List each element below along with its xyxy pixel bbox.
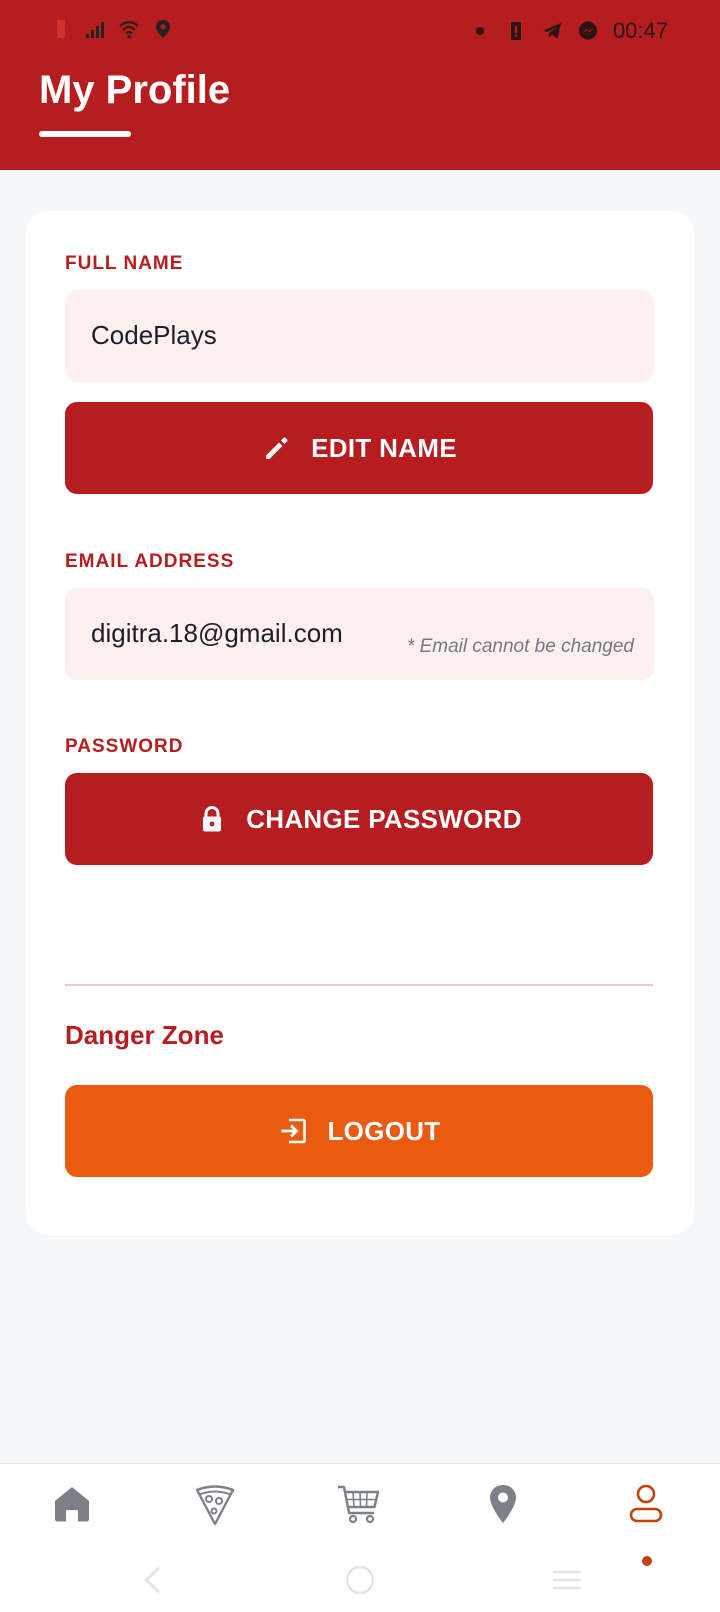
- title-underline: [39, 131, 131, 137]
- nav-location[interactable]: [473, 1474, 533, 1534]
- logout-icon: [277, 1115, 309, 1147]
- recents-menu-icon: [553, 1570, 581, 1590]
- email-label: EMAIL ADDRESS: [65, 551, 235, 572]
- nav-home[interactable]: [42, 1474, 102, 1534]
- change-password-button[interactable]: CHANGE PASSWORD: [65, 773, 653, 865]
- danger-zone-title: Danger Zone: [65, 1020, 224, 1050]
- battery-saver-icon: [505, 20, 527, 42]
- bottom-nav: [0, 1463, 720, 1612]
- full-name-field: CodePlays: [65, 290, 654, 382]
- pizza-icon: [195, 1485, 235, 1526]
- change-password-label: CHANGE PASSWORD: [246, 803, 522, 834]
- email-field: digitra.18@gmail.com * Email cannot be c…: [65, 588, 654, 680]
- nav-menu[interactable]: [185, 1474, 245, 1534]
- signal-icon: [84, 18, 106, 40]
- profile-icon: [629, 1484, 663, 1523]
- password-label: PASSWORD: [65, 736, 184, 757]
- logout-button[interactable]: LOGOUT: [65, 1085, 653, 1177]
- page-title: My Profile: [39, 68, 231, 112]
- nav-cart[interactable]: [329, 1474, 389, 1534]
- messenger-icon: [577, 20, 599, 42]
- system-recents-button[interactable]: [550, 1564, 584, 1596]
- status-bar-left: [50, 18, 174, 40]
- divider: [65, 984, 653, 986]
- edit-name-label: EDIT NAME: [311, 432, 457, 463]
- active-indicator-dot: [642, 1556, 652, 1566]
- notification-dot-icon: [469, 20, 491, 42]
- status-bar-right: 00:47: [469, 18, 668, 44]
- system-back-button[interactable]: [140, 1564, 164, 1596]
- wifi-icon: [118, 18, 140, 40]
- back-icon: [143, 1566, 161, 1594]
- location-pin-icon: [490, 1485, 516, 1523]
- telegram-icon: [541, 20, 563, 42]
- nav-profile[interactable]: [616, 1474, 676, 1534]
- full-name-label: FULL NAME: [65, 253, 184, 274]
- system-home-button[interactable]: [344, 1564, 376, 1596]
- logout-label: LOGOUT: [327, 1115, 441, 1146]
- email-value: digitra.18@gmail.com: [91, 618, 343, 648]
- circle-home-icon: [345, 1565, 375, 1595]
- edit-name-button[interactable]: EDIT NAME: [65, 402, 653, 494]
- app-header: 00:47 My Profile: [0, 0, 720, 170]
- email-note: * Email cannot be changed: [406, 636, 634, 657]
- cart-icon: [338, 1485, 380, 1524]
- pencil-icon: [261, 432, 293, 464]
- battery-low-icon: [50, 18, 72, 40]
- status-time: 00:47: [612, 18, 668, 43]
- status-bar: 00:47: [0, 0, 720, 60]
- home-icon: [55, 1487, 89, 1522]
- lock-icon: [196, 803, 228, 835]
- location-icon: [152, 18, 174, 40]
- full-name-value: CodePlays: [91, 320, 217, 350]
